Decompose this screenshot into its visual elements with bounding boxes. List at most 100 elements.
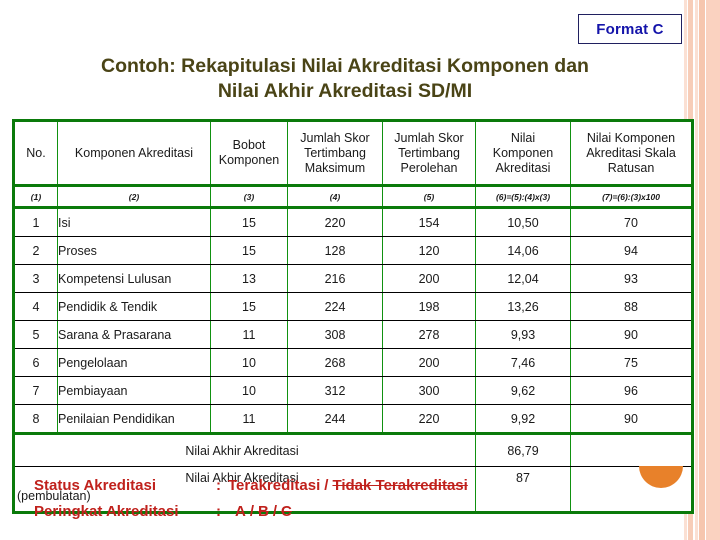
cell-komponen: Isi [57, 206, 211, 237]
cell-komponen: Pengelolaan [57, 348, 211, 377]
summary-empty-cell [570, 432, 693, 467]
cell-no: 8 [13, 404, 58, 434]
cell-skor-perolehan: 200 [382, 348, 476, 377]
cell-komponen: Sarana & Prasarana [57, 320, 211, 349]
cell-skor-maksimum: 128 [287, 236, 383, 265]
cell-skor-perolehan: 278 [382, 320, 476, 349]
table-row: 3 Kompetensi Lulusan 13 216 200 12,04 93 [13, 264, 693, 293]
summary-row-final-score: Nilai Akhir Akreditasi 86,79 [13, 432, 693, 467]
numbering-cell-4: (4) [287, 185, 383, 209]
table-row: 5 Sarana & Prasarana 11 308 278 9,93 90 [13, 320, 693, 349]
header-cell-no: No. [13, 120, 58, 187]
cell-bobot: 11 [210, 404, 288, 434]
header-cell-skor-maksimum: Jumlah Skor Tertimbang Maksimum [287, 120, 383, 187]
cell-skor-maksimum: 308 [287, 320, 383, 349]
header-cell-komponen: Komponen Akreditasi [57, 120, 211, 187]
header-cell-nilai-komponen: Nilai Komponen Akreditasi [475, 120, 571, 187]
cell-bobot: 15 [210, 292, 288, 321]
cell-no: 5 [13, 320, 58, 349]
cell-no: 4 [13, 292, 58, 321]
numbering-cell-5: (5) [382, 185, 476, 209]
stripe-3 [695, 0, 698, 540]
cell-komponen: Proses [57, 236, 211, 265]
summary-value-rounded: 87 [475, 466, 571, 513]
header-line: Akreditasi [495, 160, 551, 175]
table-numbering-row: (1) (2) (3) (4) (5) (6)=(5):(4)x(3) (7)=… [13, 185, 693, 209]
header-line: Komponen [492, 145, 554, 160]
table-row: 4 Pendidik & Tendik 15 224 198 13,26 88 [13, 292, 693, 321]
rekapitulasi-table-container: No. Komponen Akreditasi Bobot Komponen J… [12, 119, 694, 514]
cell-nilai-komponen: 10,50 [475, 206, 571, 237]
cell-skor-perolehan: 154 [382, 206, 476, 237]
header-cell-skor-perolehan: Jumlah Skor Tertimbang Perolehan [382, 120, 476, 187]
peringkat-akreditasi-row: Peringkat Akreditasi : A / B / C [34, 499, 468, 525]
cell-nilai-komponen: 9,62 [475, 376, 571, 405]
header-line: Jumlah Skor [394, 130, 464, 145]
header-line: Akreditasi Skala [586, 145, 676, 160]
cell-skala-ratusan: 93 [570, 264, 693, 293]
cell-nilai-komponen: 9,92 [475, 404, 571, 434]
status-option-terakreditasi: Terakreditasi [228, 477, 321, 494]
cell-no: 6 [13, 348, 58, 377]
cell-skala-ratusan: 88 [570, 292, 693, 321]
cell-skala-ratusan: 90 [570, 320, 693, 349]
peringkat-option-a: A [235, 503, 246, 520]
numbering-cell-7: (7)=(6):(3)x100 [570, 185, 693, 209]
peringkat-separator-2: / [272, 503, 278, 520]
summary-value: 86,79 [475, 432, 571, 467]
cell-bobot: 13 [210, 264, 288, 293]
cell-skor-perolehan: 300 [382, 376, 476, 405]
status-akreditasi-label: Status Akreditasi [34, 477, 156, 494]
header-line: Ratusan [607, 160, 655, 175]
cell-nilai-komponen: 7,46 [475, 348, 571, 377]
numbering-cell-2: (2) [57, 185, 211, 209]
cell-skala-ratusan: 94 [570, 236, 693, 265]
numbering-cell-3: (3) [210, 185, 288, 209]
cell-skor-maksimum: 244 [287, 404, 383, 434]
status-colon: : [216, 477, 221, 494]
numbering-cell-1: (1) [13, 185, 58, 209]
page-title: Contoh: Rekapitulasi Nilai Akreditasi Ko… [30, 54, 660, 104]
cell-skor-perolehan: 120 [382, 236, 476, 265]
cell-skor-maksimum: 216 [287, 264, 383, 293]
peringkat-option-c: C [281, 503, 292, 520]
numbering-cell-6: (6)=(5):(4)x(3) [475, 185, 571, 209]
header-line: Nilai [510, 130, 536, 145]
cell-skor-maksimum: 312 [287, 376, 383, 405]
summary-label: Nilai Akhir Akreditasi [13, 432, 476, 467]
cell-nilai-komponen: 14,06 [475, 236, 571, 265]
header-label-komponen: Komponen Akreditasi [74, 145, 194, 160]
cell-skor-maksimum: 220 [287, 206, 383, 237]
cell-bobot: 15 [210, 236, 288, 265]
cell-nilai-komponen: 13,26 [475, 292, 571, 321]
cell-nilai-komponen: 12,04 [475, 264, 571, 293]
header-line: Tertimbang [398, 145, 460, 160]
status-separator: / [324, 477, 329, 494]
cell-no: 3 [13, 264, 58, 293]
cell-skor-maksimum: 224 [287, 292, 383, 321]
table-row: 6 Pengelolaan 10 268 200 7,46 75 [13, 348, 693, 377]
format-badge-label: Format C [596, 20, 664, 38]
header-line: Bobot [232, 138, 266, 152]
cell-skala-ratusan: 70 [570, 206, 693, 237]
cell-skor-perolehan: 200 [382, 264, 476, 293]
cell-bobot: 10 [210, 376, 288, 405]
peringkat-separator-1: / [249, 503, 255, 520]
cell-skala-ratusan: 90 [570, 404, 693, 434]
peringkat-colon: : [216, 503, 221, 520]
cell-skor-maksimum: 268 [287, 348, 383, 377]
header-line: Jumlah Skor [300, 130, 370, 145]
header-cell-skala-ratusan: Nilai Komponen Akreditasi Skala Ratusan [570, 120, 693, 187]
header-line: Maksimum [304, 160, 366, 175]
peringkat-option-b: B [258, 503, 269, 520]
cell-komponen: Pendidik & Tendik [57, 292, 211, 321]
cell-nilai-komponen: 9,93 [475, 320, 571, 349]
stripe-4 [699, 0, 705, 540]
cell-skor-perolehan: 220 [382, 404, 476, 434]
status-option-tidak-terakreditasi: Tidak Terakreditasi [332, 477, 468, 494]
cell-bobot: 10 [210, 348, 288, 377]
cell-komponen: Penilaian Pendidikan [57, 404, 211, 434]
header-line: Nilai Komponen [586, 130, 676, 145]
table-row: 1 Isi 15 220 154 10,50 70 [13, 206, 693, 237]
header-cell-bobot: Bobot Komponen [210, 120, 288, 187]
